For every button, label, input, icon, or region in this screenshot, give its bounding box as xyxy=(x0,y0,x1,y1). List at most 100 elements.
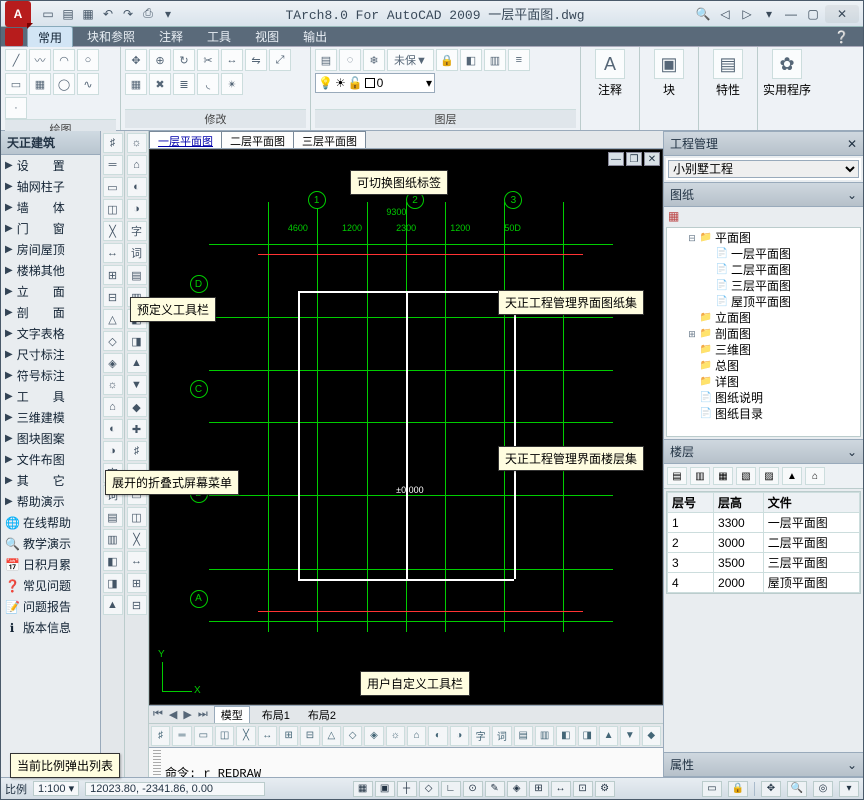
layer-off-icon[interactable]: ◌ xyxy=(339,49,361,71)
sb-lock-icon[interactable]: 🔒 xyxy=(728,781,748,797)
storey-tool-icon[interactable]: ▥ xyxy=(690,467,710,485)
vtool-icon[interactable]: ▥ xyxy=(103,529,123,549)
vtool-icon[interactable]: ☼ xyxy=(103,375,123,395)
array-icon[interactable]: ▦ xyxy=(125,73,147,95)
layer-states-icon[interactable]: ≡ xyxy=(508,49,530,71)
user-tool-icon[interactable]: ↔ xyxy=(258,726,277,746)
qat-redo-icon[interactable]: ↷ xyxy=(119,5,137,23)
extend-icon[interactable]: ↔ xyxy=(221,49,243,71)
user-tool-icon[interactable]: ⊟ xyxy=(300,726,319,746)
doc-tab-1[interactable]: 一层平面图 xyxy=(149,131,222,148)
vtool-icon[interactable]: ⊟ xyxy=(103,287,123,307)
maximize-icon[interactable]: ▢ xyxy=(803,5,823,23)
ribbon-tab-annotate[interactable]: 注释 xyxy=(149,26,193,47)
vtool-icon[interactable]: ◨ xyxy=(127,331,147,351)
vtool-icon[interactable]: ◐ xyxy=(127,177,147,197)
vtool-icon[interactable]: ═ xyxy=(103,155,123,175)
vtool-icon[interactable]: ◇ xyxy=(103,331,123,351)
user-tool-icon[interactable]: 字 xyxy=(471,726,490,746)
user-tool-icon[interactable]: ◫ xyxy=(215,726,234,746)
move-icon[interactable]: ✥ xyxy=(125,49,147,71)
tree-node[interactable]: 📄图纸目录 xyxy=(669,406,858,422)
rotate-icon[interactable]: ↻ xyxy=(173,49,195,71)
palette-help-item[interactable]: 🌐在线帮助 xyxy=(1,512,100,533)
status-toggle-icon[interactable]: ◈ xyxy=(507,781,527,797)
storey-row[interactable]: 42000屋顶平面图 xyxy=(668,573,860,593)
pm-title[interactable]: 工程管理✕ xyxy=(664,131,863,156)
user-tool-icon[interactable]: ⊞ xyxy=(279,726,298,746)
tree-node[interactable]: ⊟📁平面图 xyxy=(669,230,858,246)
vtool-icon[interactable]: ◫ xyxy=(127,507,147,527)
layer-lock-icon[interactable]: 🔒 xyxy=(436,49,458,71)
pm-close-icon[interactable]: ✕ xyxy=(847,137,857,151)
layout-prev-icon[interactable]: ◀ xyxy=(169,708,177,721)
palette-item[interactable]: ▶设 置 xyxy=(1,155,100,176)
palette-item[interactable]: ▶帮助演示 xyxy=(1,491,100,512)
doc-tab-3[interactable]: 三层平面图 xyxy=(293,131,366,148)
vtool-icon[interactable]: ◐ xyxy=(103,419,123,439)
app-logo[interactable]: A xyxy=(5,1,31,27)
qat-open-icon[interactable]: ▤ xyxy=(59,5,77,23)
user-tool-icon[interactable]: 词 xyxy=(492,726,511,746)
tree-node[interactable]: 📁详图 xyxy=(669,374,858,390)
layout-last-icon[interactable]: ⏭ xyxy=(198,708,208,721)
vtool-icon[interactable]: ▤ xyxy=(127,265,147,285)
vtool-icon[interactable]: ▭ xyxy=(103,177,123,197)
trim-icon[interactable]: ✂ xyxy=(197,49,219,71)
status-toggle-icon[interactable]: ⊡ xyxy=(573,781,593,797)
status-toggle-icon[interactable]: ◇ xyxy=(419,781,439,797)
vtool-icon[interactable]: ⌂ xyxy=(103,397,123,417)
user-tool-icon[interactable]: ▥ xyxy=(535,726,554,746)
layer-color-icon[interactable]: ◧ xyxy=(460,49,482,71)
line-icon[interactable]: ╱ xyxy=(5,49,27,71)
layer-props-icon[interactable]: ▤ xyxy=(315,49,337,71)
vtool-icon[interactable]: ◨ xyxy=(103,573,123,593)
vtool-icon[interactable]: ♯ xyxy=(127,441,147,461)
tree-node[interactable]: ⊞📁剖面图 xyxy=(669,326,858,342)
user-tool-icon[interactable]: ▤ xyxy=(514,726,533,746)
user-tool-icon[interactable]: ◨ xyxy=(578,726,597,746)
palette-item[interactable]: ▶轴网柱子 xyxy=(1,176,100,197)
palette-item[interactable]: ▶工 具 xyxy=(1,386,100,407)
status-toggle-icon[interactable]: ✎ xyxy=(485,781,505,797)
user-tool-icon[interactable]: ◇ xyxy=(343,726,362,746)
erase-icon[interactable]: ✖ xyxy=(149,73,171,95)
vtool-icon[interactable]: ▤ xyxy=(103,507,123,527)
user-tool-icon[interactable]: ◆ xyxy=(642,726,661,746)
palette-item[interactable]: ▶图块图案 xyxy=(1,428,100,449)
vtool-icon[interactable]: 词 xyxy=(127,243,147,263)
user-tool-icon[interactable]: ◧ xyxy=(556,726,575,746)
palette-item[interactable]: ▶门 窗 xyxy=(1,218,100,239)
storey-tool-icon[interactable]: ⌂ xyxy=(805,467,825,485)
nav-left-icon[interactable]: ◁ xyxy=(715,5,735,23)
palette-help-item[interactable]: 📅日积月累 xyxy=(1,554,100,575)
status-toggle-icon[interactable]: ⚙ xyxy=(595,781,615,797)
vtool-icon[interactable]: △ xyxy=(103,309,123,329)
scale-icon[interactable]: ⤢ xyxy=(269,49,291,71)
layer-freeze-icon[interactable]: ❄ xyxy=(363,49,385,71)
status-toggle-icon[interactable]: ∟ xyxy=(441,781,461,797)
tree-node[interactable]: 📁总图 xyxy=(669,358,858,374)
layout-tab-2[interactable]: 布局2 xyxy=(302,707,342,723)
palette-item[interactable]: ▶立 面 xyxy=(1,281,100,302)
palette-item[interactable]: ▶其 它 xyxy=(1,470,100,491)
props-section-title[interactable]: 属性⌄ xyxy=(664,752,863,777)
tree-node[interactable]: 📄二层平面图 xyxy=(669,262,858,278)
vtool-icon[interactable]: ▲ xyxy=(127,353,147,373)
tree-twisty-icon[interactable]: ⊟ xyxy=(687,230,697,246)
storey-tool-icon[interactable]: ▤ xyxy=(667,467,687,485)
user-tool-icon[interactable]: ═ xyxy=(172,726,191,746)
storey-row[interactable]: 23000二层平面图 xyxy=(668,533,860,553)
vtool-icon[interactable]: ◑ xyxy=(127,199,147,219)
status-toggle-icon[interactable]: ▦ xyxy=(353,781,373,797)
storey-row[interactable]: 33500三层平面图 xyxy=(668,553,860,573)
annotate-big-button[interactable]: A 注释 xyxy=(585,49,635,98)
block-big-button[interactable]: ▣ 块 xyxy=(644,49,694,98)
props-big-button[interactable]: ▤ 特性 xyxy=(703,49,753,98)
layer-iso-icon[interactable]: ▥ xyxy=(484,49,506,71)
linetype-combo[interactable]: 未保▼ xyxy=(387,49,434,71)
user-tool-icon[interactable]: ♯ xyxy=(151,726,170,746)
storey-tool-icon[interactable]: ▲ xyxy=(782,467,802,485)
vtool-icon[interactable]: ╳ xyxy=(127,529,147,549)
qat-undo-icon[interactable]: ↶ xyxy=(99,5,117,23)
